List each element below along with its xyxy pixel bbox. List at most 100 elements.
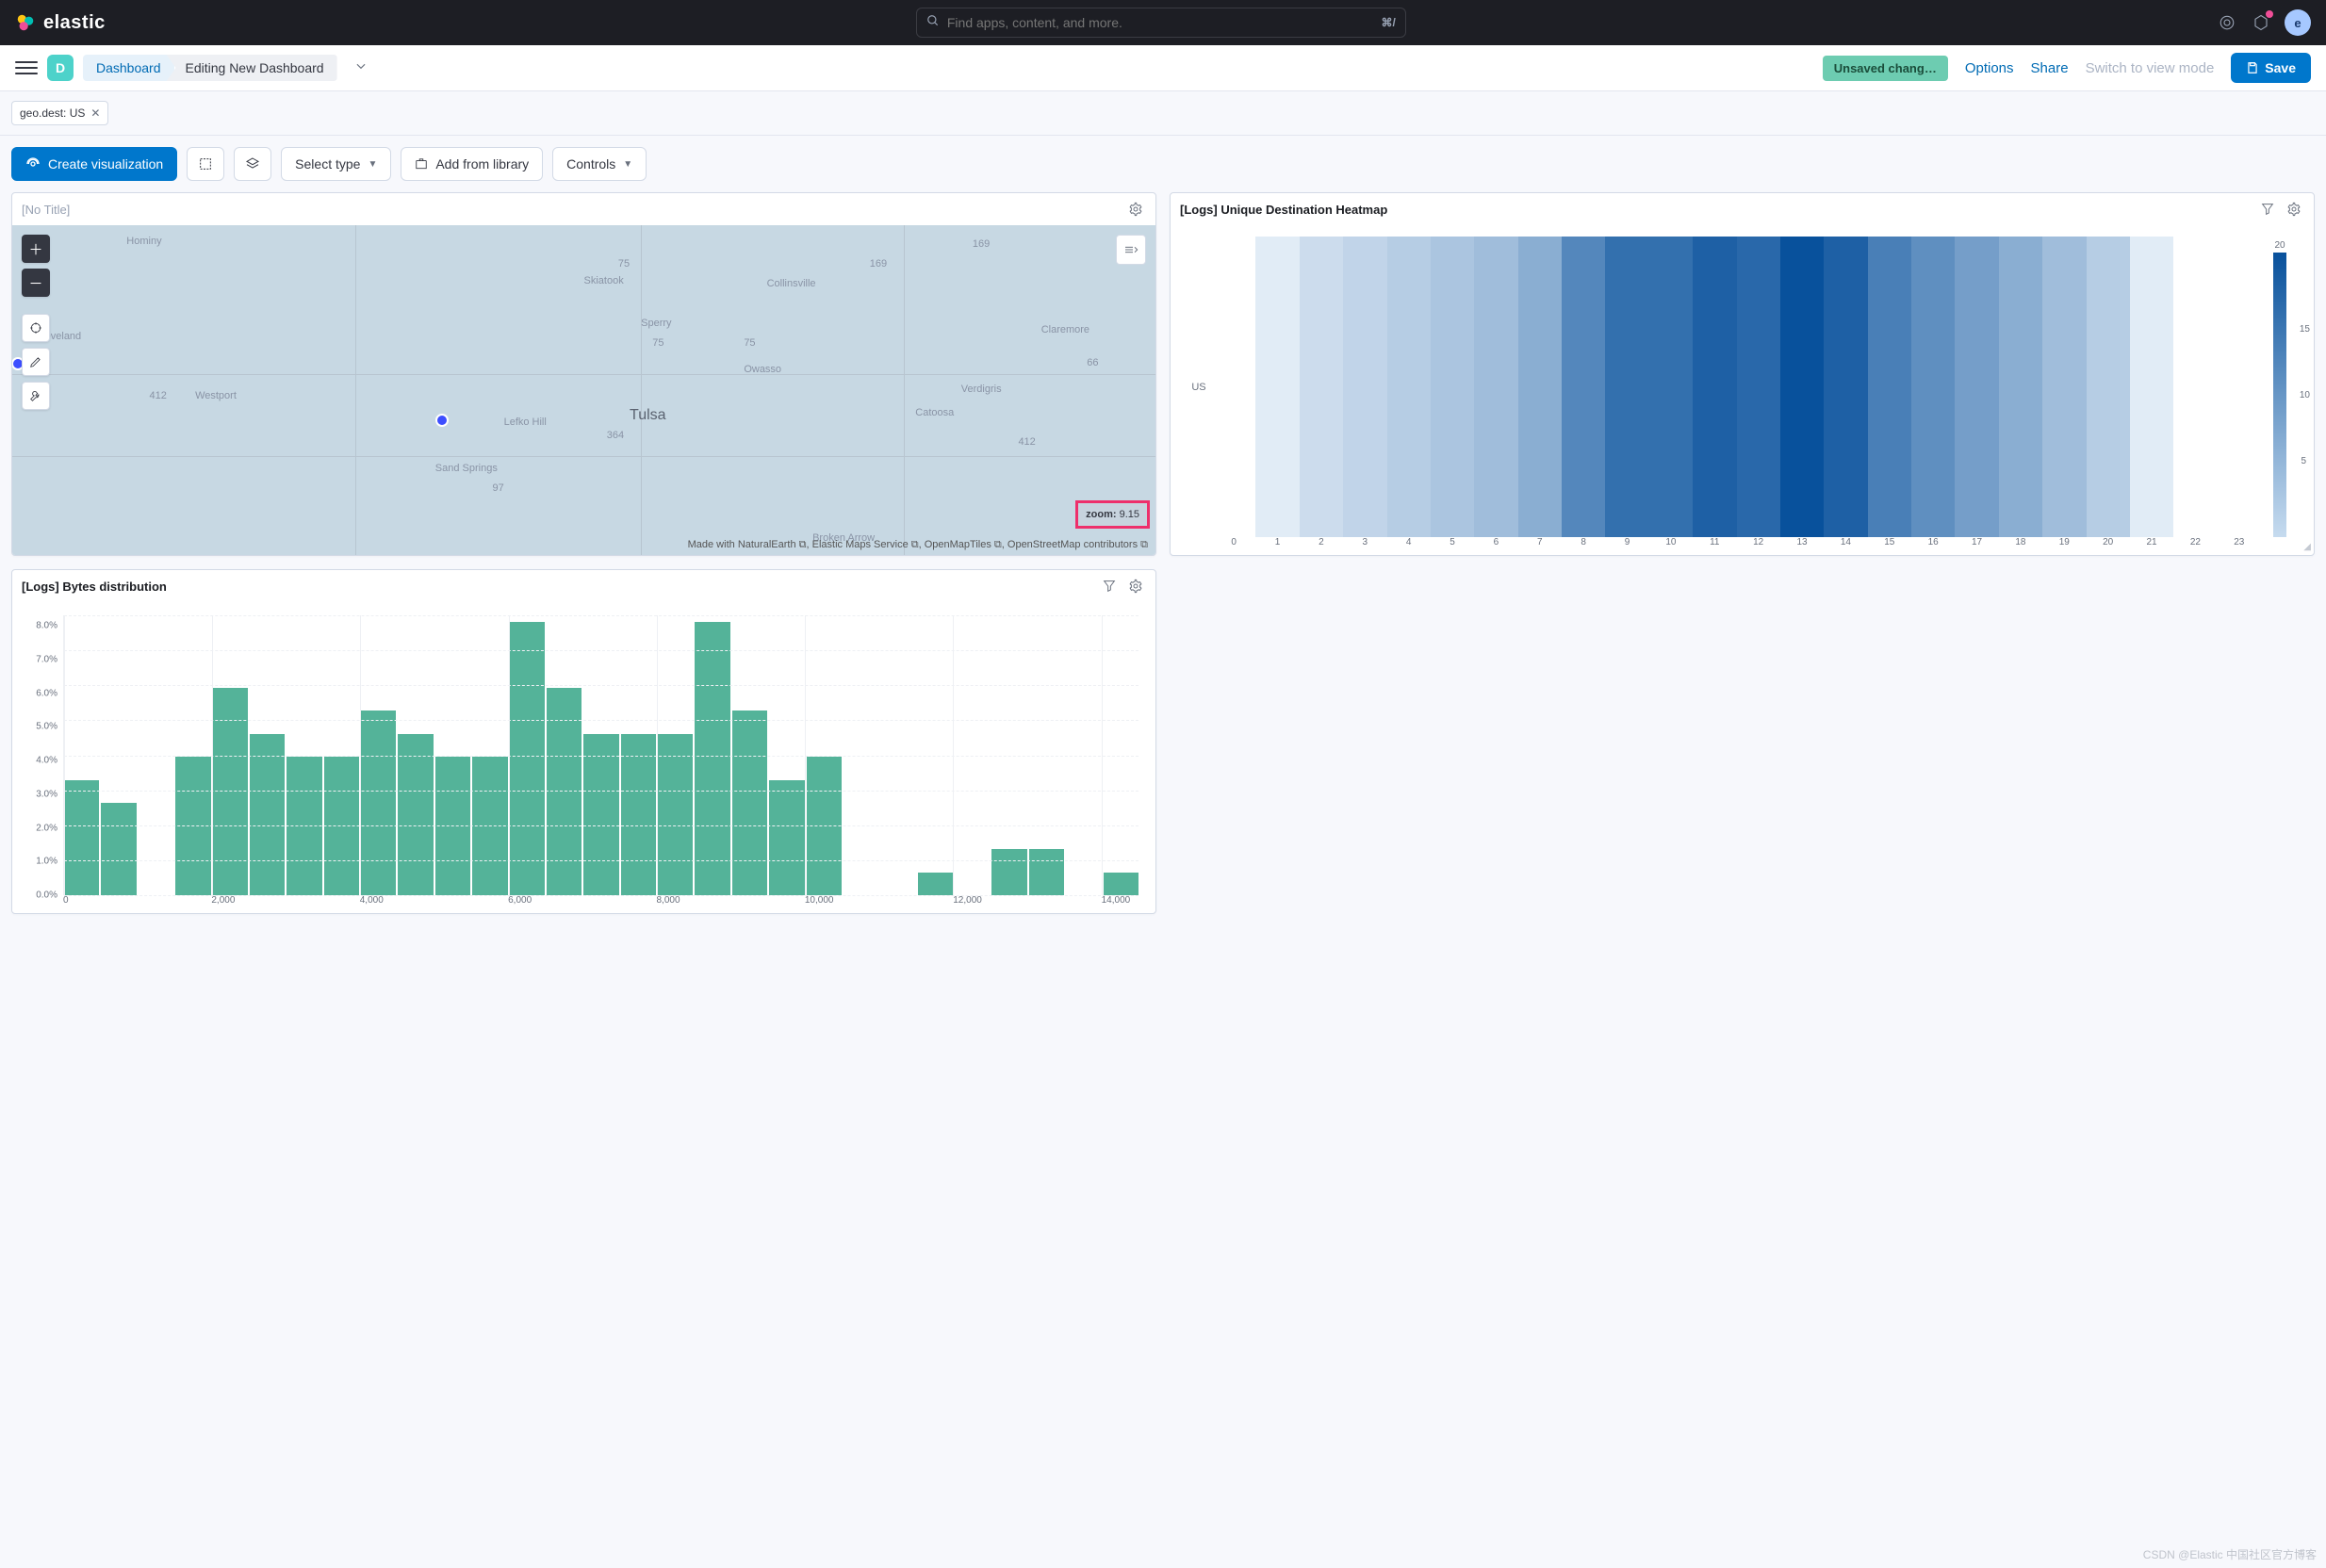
filter-icon[interactable] [1099, 576, 1120, 596]
heatmap-legend-bar [2273, 253, 2286, 537]
header-actions: e [2217, 9, 2311, 36]
resize-handle-icon[interactable]: ◢ [2303, 542, 2311, 552]
filter-bar: geo.dest: US ✕ [0, 91, 2326, 136]
chevron-down-icon: ▼ [623, 159, 632, 170]
controls-label: Controls [566, 156, 615, 172]
map-panel: [No Title] Tulsa Hominy Skiatook Collins… [11, 192, 1156, 556]
map-draw-button[interactable] [22, 348, 50, 376]
select-type-label: Select type [295, 156, 360, 172]
map-zoom-value: 9.15 [1120, 509, 1139, 520]
breadcrumb: Dashboard Editing New Dashboard [83, 55, 337, 81]
notification-dot-icon [2266, 10, 2273, 18]
chevron-down-icon: ▼ [368, 159, 377, 170]
bar-chart-canvas[interactable]: 8.0%7.0%6.0%5.0%4.0%3.0%2.0%1.0%0.0% 02,… [12, 602, 1155, 913]
heatmap-ylabel: US [1186, 237, 1212, 537]
map-attrib-link[interactable]: OpenMapTiles [925, 539, 991, 550]
map-tools-button[interactable] [22, 382, 50, 410]
global-search-input[interactable] [947, 15, 1374, 30]
global-search-wrap: ⌘/ [117, 8, 2205, 38]
map-place: Claremore [1041, 324, 1089, 335]
add-from-library-label: Add from library [435, 156, 529, 172]
bar-grid [63, 615, 1138, 895]
map-zoom-controls: ＋ － [22, 235, 50, 410]
heatmap-legend: 20 15 10 5 [2261, 237, 2299, 537]
user-avatar[interactable]: e [2285, 9, 2311, 36]
filter-pill-geo-dest[interactable]: geo.dest: US ✕ [11, 101, 108, 125]
map-panel-title: [No Title] [22, 203, 1118, 217]
dashboard-panels: [No Title] Tulsa Hominy Skiatook Collins… [0, 192, 2326, 925]
elastic-logo-icon [15, 12, 36, 33]
heatmap-title: [Logs] Unique Destination Heatmap [1180, 203, 2250, 217]
map-place: Westport [195, 390, 237, 401]
save-button[interactable]: Save [2231, 53, 2311, 83]
breadcrumb-dashboard[interactable]: Dashboard [83, 55, 174, 81]
map-place: Sand Springs [435, 463, 498, 474]
brand-name: elastic [43, 12, 106, 34]
share-link[interactable]: Share [2031, 60, 2069, 76]
map-canvas[interactable]: Tulsa Hominy Skiatook Collinsville Cleve… [12, 225, 1155, 555]
gear-icon[interactable] [2284, 199, 2304, 220]
map-zoom-indicator: zoom: 9.15 [1075, 500, 1150, 529]
map-zoom-in-button[interactable]: ＋ [22, 235, 50, 263]
map-place: Collinsville [767, 278, 816, 289]
heatmap-panel: [Logs] Unique Destination Heatmap US 20 … [1170, 192, 2315, 556]
map-attrib-link[interactable]: NaturalEarth [738, 539, 796, 550]
global-header: elastic ⌘/ e [0, 0, 2326, 45]
breadcrumb-editing: Editing New Dashboard [167, 55, 337, 81]
app-header: D Dashboard Editing New Dashboard Unsave… [0, 45, 2326, 91]
newsfeed-icon[interactable] [2217, 12, 2237, 33]
heatmap-canvas[interactable]: US 20 15 10 5 01234567891011121314151617… [1171, 225, 2314, 555]
controls-button[interactable]: Controls ▼ [552, 147, 647, 181]
search-shortcut: ⌘/ [1382, 16, 1396, 29]
switch-view-mode-link: Switch to view mode [2086, 60, 2215, 76]
map-place: Owasso [744, 364, 781, 375]
map-zoom-out-button[interactable]: － [22, 269, 50, 297]
map-zoom-label: zoom: [1086, 509, 1116, 520]
map-road-label: 66 [1087, 357, 1098, 368]
brand-logo[interactable]: elastic [15, 12, 106, 34]
map-place: Lefko Hill [504, 416, 547, 428]
map-attribution: Made with NaturalEarth ⧉, Elastic Maps S… [688, 539, 1148, 551]
selection-tool-button[interactable] [187, 147, 224, 181]
integrations-icon[interactable] [2251, 12, 2271, 33]
map-attrib-link[interactable]: OpenStreetMap contributors [1007, 539, 1138, 550]
map-fit-bounds-button[interactable] [22, 314, 50, 342]
map-road-label: 169 [870, 258, 887, 270]
nav-toggle-icon[interactable] [15, 57, 38, 79]
watermark: CSDN @Elastic 中国社区官方博客 [2143, 1546, 2317, 1562]
search-icon [926, 14, 940, 32]
gear-icon[interactable] [1125, 199, 1146, 220]
map-legend-toggle-icon[interactable] [1116, 235, 1146, 265]
map-place: Skiatook [584, 275, 624, 286]
unsaved-badge: Unsaved chang… [1823, 56, 1948, 81]
heatmap-xaxis: 01234567891011121314151617181920212223 [1186, 537, 2299, 547]
bar-chart-title: [Logs] Bytes distribution [22, 580, 1091, 594]
create-visualization-button[interactable]: Create visualization [11, 147, 177, 181]
select-type-button[interactable]: Select type ▼ [281, 147, 391, 181]
bar-chart-panel: [Logs] Bytes distribution 8.0%7.0%6.0%5.… [11, 569, 1156, 914]
filter-icon[interactable] [2257, 199, 2278, 220]
save-button-label: Save [2265, 60, 2296, 75]
map-road-label: 412 [150, 390, 167, 401]
add-from-library-button[interactable]: Add from library [401, 147, 543, 181]
map-road-label: 364 [607, 430, 624, 441]
layers-tool-button[interactable] [234, 147, 271, 181]
map-place: Sperry [641, 318, 671, 329]
map-road-label: 169 [973, 238, 990, 250]
breadcrumb-chevron-icon[interactable] [354, 59, 368, 77]
map-place: Catoosa [915, 407, 954, 418]
map-road-label: 412 [1018, 436, 1035, 448]
options-link[interactable]: Options [1965, 60, 2014, 76]
map-road-label: 97 [492, 482, 503, 494]
app-badge[interactable]: D [47, 55, 74, 81]
map-place: Hominy [126, 236, 161, 247]
map-attrib-link[interactable]: Elastic Maps Service [812, 539, 909, 550]
bar-yaxis: 8.0%7.0%6.0%5.0%4.0%3.0%2.0%1.0%0.0% [24, 615, 63, 895]
global-search[interactable]: ⌘/ [916, 8, 1406, 38]
gear-icon[interactable] [1125, 576, 1146, 596]
map-road-label: 75 [618, 258, 630, 270]
bar-xaxis: 02,0004,0006,0008,00010,00012,00014,000 [24, 895, 1138, 906]
map-road-label: 75 [652, 337, 663, 349]
filter-pill-remove-icon[interactable]: ✕ [90, 106, 100, 120]
map-city-label: Tulsa [630, 407, 666, 424]
